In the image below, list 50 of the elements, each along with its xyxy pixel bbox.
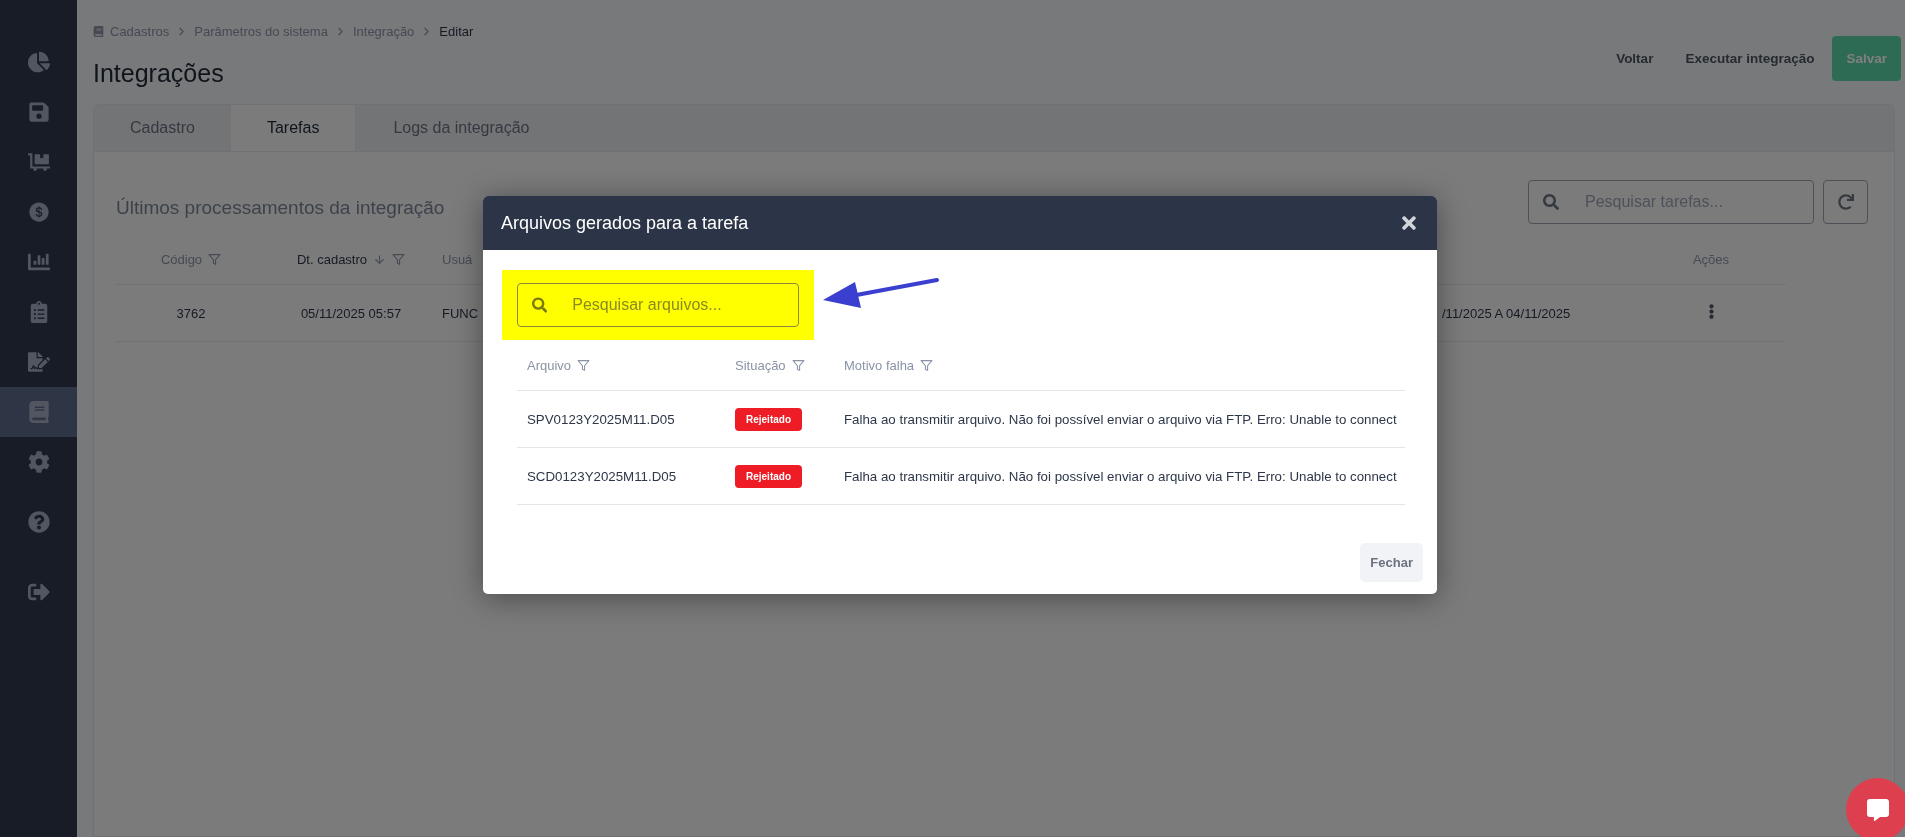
filter-icon[interactable]: [208, 252, 222, 266]
search-field[interactable]: Pesquisar arquivos...: [517, 283, 799, 327]
close-icon: [1399, 213, 1419, 233]
table-cell: SCD0123Y2025M11.D05: [527, 468, 677, 484]
table-cell: Falha ao transmitir arquivo. Não foi possível enviar o arquivo via FTP. Erro: Unable to connect: [844, 411, 1397, 427]
dollar-coin-icon: [27, 201, 50, 223]
sort-arrow-icon[interactable]: [373, 252, 387, 266]
search-icon: [532, 297, 548, 313]
filter-icon[interactable]: [791, 358, 805, 372]
search-input[interactable]: Pesquisar arquivos...: [570, 295, 784, 315]
exit-icon: [27, 581, 50, 603]
column-header[interactable]: Situação: [735, 357, 786, 373]
column-header[interactable]: Motivo falha: [844, 357, 915, 373]
hand-truck-icon: [27, 151, 50, 173]
header-button[interactable]: Voltar: [1602, 36, 1668, 81]
pie-chart-icon: [27, 51, 50, 73]
dialog-title: Arquivos gerados para a tarefa: [501, 212, 749, 234]
header-button[interactable]: Executar integração: [1671, 36, 1829, 81]
table-cell: FUNC: [442, 305, 479, 321]
save-button[interactable]: Salvar: [1832, 36, 1901, 81]
bar-chart-icon: [27, 251, 50, 273]
tab[interactable]: Logs da integração: [355, 105, 568, 151]
chat-icon: [1866, 798, 1889, 821]
filter-icon[interactable]: [392, 252, 406, 266]
question-icon: [27, 511, 50, 533]
refresh-icon: [1837, 194, 1854, 210]
book-icon: [93, 26, 104, 37]
search-icon: [1543, 194, 1559, 210]
gear-icon: [27, 451, 50, 473]
signed-document-icon: [27, 351, 50, 373]
section-title: Últimos processamentos da integração: [116, 197, 445, 219]
status-badge: Rejeitado: [735, 464, 802, 488]
table-cell: 3762: [176, 305, 206, 321]
tab[interactable]: Tarefas: [230, 105, 356, 151]
close-button[interactable]: [1399, 213, 1419, 233]
table-cell: 05/11/2025 05:57: [300, 305, 402, 321]
tab[interactable]: Cadastro: [94, 105, 231, 151]
book-icon: [27, 401, 50, 423]
refresh-button[interactable]: [1823, 180, 1868, 224]
column-header[interactable]: Dt. cadastro: [296, 251, 368, 267]
table-cell: Falha ao transmitir arquivo. Não foi possível enviar o arquivo via FTP. Erro: Unable to connect: [844, 468, 1397, 484]
close-dialog-button[interactable]: Fechar: [1360, 543, 1423, 582]
page-title: Integrações: [93, 59, 225, 88]
filter-icon[interactable]: [920, 358, 934, 372]
filter-icon[interactable]: [577, 358, 591, 372]
column-header[interactable]: Arquivo: [527, 357, 572, 373]
status-badge: Rejeitado: [735, 407, 802, 431]
table-cell: /11/2025 A 04/11/2025: [1442, 305, 1571, 321]
sidebar-item[interactable]: [0, 387, 77, 437]
table-cell: SPV0123Y2025M11.D05: [527, 411, 675, 427]
